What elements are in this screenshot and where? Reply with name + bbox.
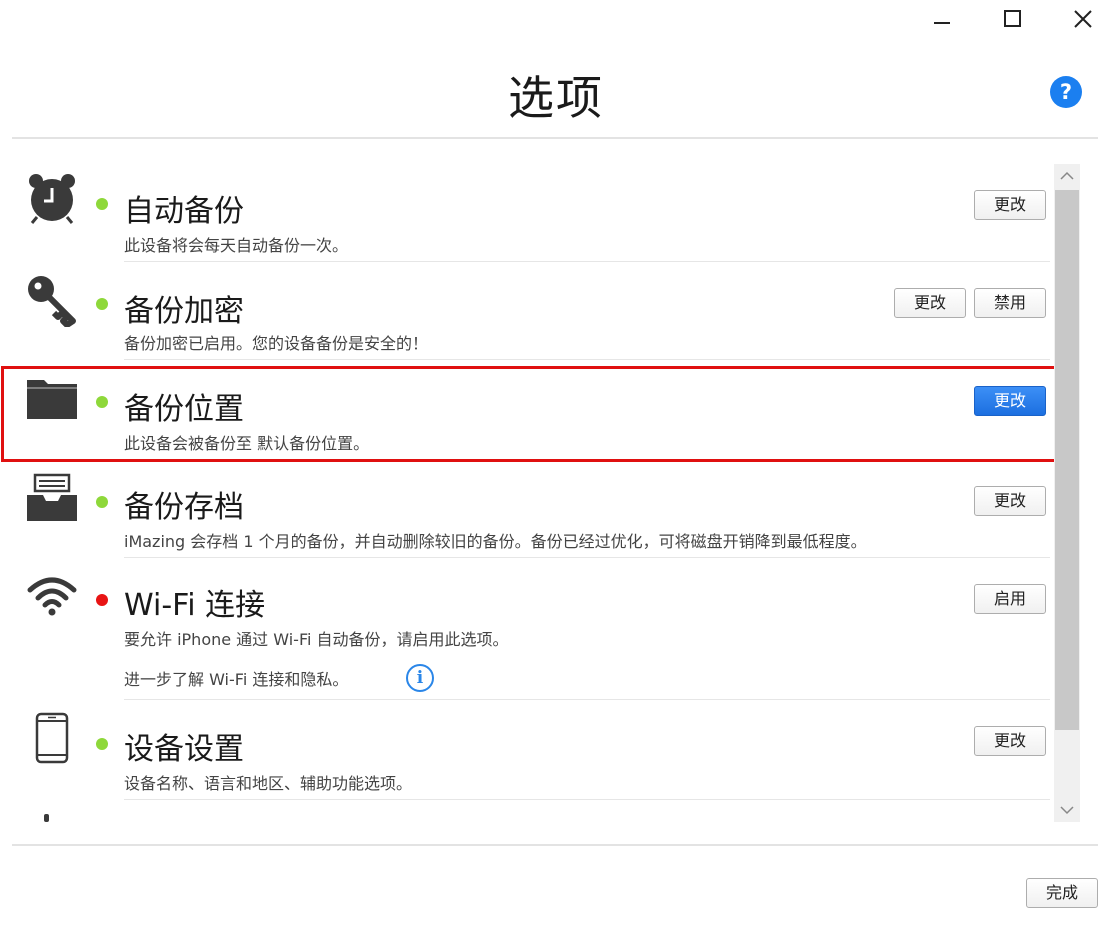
header-divider bbox=[12, 137, 1098, 139]
option-device-settings: 设备设置 设备名称、语言和地区、辅助功能选项。 更改 bbox=[24, 700, 1050, 800]
status-dot bbox=[96, 496, 108, 508]
option-desc: 此设备将会每天自动备份一次。 bbox=[124, 236, 349, 255]
option-desc: 备份加密已启用。您的设备备份是安全的！ bbox=[124, 334, 429, 353]
done-button[interactable]: 完成 bbox=[1026, 878, 1098, 908]
options-list: 自动备份 此设备将会每天自动备份一次。 更改 备份加密 备份加密已启用。您的设备… bbox=[0, 160, 1052, 822]
footer-divider bbox=[12, 844, 1098, 846]
option-desc: 要允许 iPhone 通过 Wi-Fi 自动备份，请启用此选项。 bbox=[124, 630, 509, 649]
wifi-privacy-link[interactable]: 进一步了解 Wi-Fi 连接和隐私。 bbox=[124, 666, 348, 690]
info-icon[interactable]: i bbox=[406, 664, 434, 692]
device-settings-change-button[interactable]: 更改 bbox=[974, 726, 1046, 756]
option-backup-encryption: 备份加密 备份加密已启用。您的设备备份是安全的！ 更改 禁用 bbox=[24, 262, 1050, 360]
maximize-icon[interactable] bbox=[996, 4, 1030, 32]
option-name: Wi-Fi 连接 bbox=[124, 588, 266, 623]
status-dot bbox=[96, 738, 108, 750]
option-backup-archive: 备份存档 iMazing 会存档 1 个月的备份，并自动删除较旧的备份。备份已经… bbox=[24, 460, 1050, 558]
wifi-enable-button[interactable]: 启用 bbox=[974, 584, 1046, 614]
option-desc: iMazing 会存档 1 个月的备份，并自动删除较旧的备份。备份已经过优化，可… bbox=[124, 532, 867, 551]
status-dot bbox=[96, 594, 108, 606]
option-wifi: Wi-Fi 连接 要允许 iPhone 通过 Wi-Fi 自动备份，请启用此选项… bbox=[24, 558, 1050, 700]
option-name: 备份加密 bbox=[124, 294, 244, 329]
option-auto-backup: 自动备份 此设备将会每天自动备份一次。 更改 bbox=[24, 160, 1050, 262]
archive-change-button[interactable]: 更改 bbox=[974, 486, 1046, 516]
encryption-change-button[interactable]: 更改 bbox=[894, 288, 966, 318]
next-row-icon-partial bbox=[44, 814, 49, 822]
scrollbar-thumb[interactable] bbox=[1055, 190, 1079, 730]
option-name: 设备设置 bbox=[124, 732, 244, 767]
status-dot bbox=[96, 198, 108, 210]
chevron-up-icon[interactable] bbox=[1054, 164, 1080, 188]
encryption-disable-button[interactable]: 禁用 bbox=[974, 288, 1046, 318]
alarm-clock-icon bbox=[24, 170, 80, 226]
option-name: 备份存档 bbox=[124, 490, 244, 525]
status-dot bbox=[96, 298, 108, 310]
close-icon[interactable] bbox=[1066, 4, 1100, 32]
archive-tray-icon bbox=[24, 470, 80, 526]
key-icon bbox=[24, 272, 80, 328]
scrollbar[interactable] bbox=[1054, 164, 1080, 822]
option-desc: 设备名称、语言和地区、辅助功能选项。 bbox=[124, 774, 413, 793]
phone-icon bbox=[24, 710, 80, 766]
wifi-icon bbox=[24, 568, 80, 624]
chevron-down-icon[interactable] bbox=[1054, 798, 1080, 822]
help-icon[interactable]: ? bbox=[1050, 76, 1082, 108]
page-title: 选项 bbox=[508, 71, 604, 125]
row-divider bbox=[124, 799, 1050, 800]
minimize-icon[interactable] bbox=[926, 4, 960, 32]
option-name: 自动备份 bbox=[124, 194, 244, 229]
auto-backup-change-button[interactable]: 更改 bbox=[974, 190, 1046, 220]
selection-highlight bbox=[1, 366, 1063, 462]
